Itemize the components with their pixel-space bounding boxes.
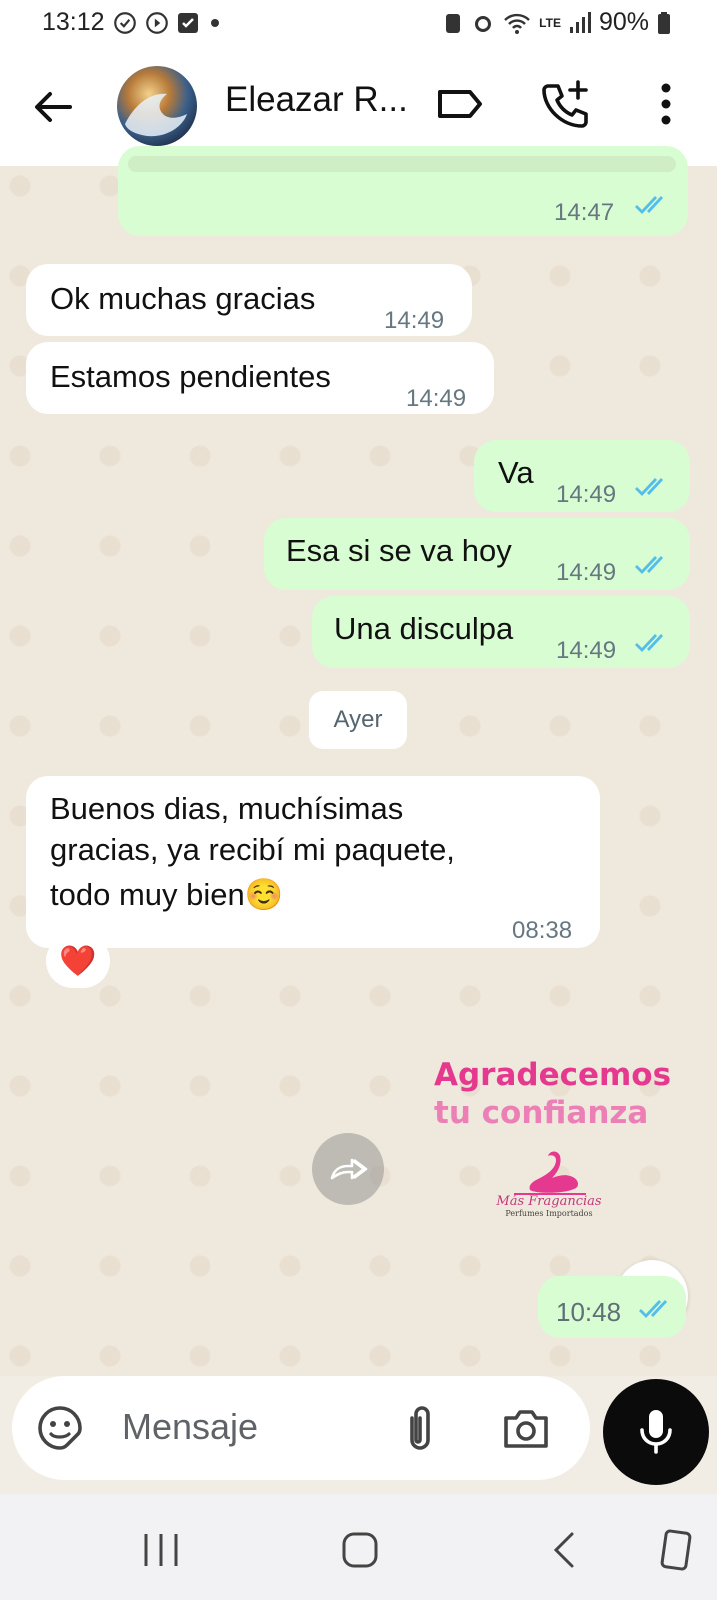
chat-area[interactable]: 14:47 Ok muchas gracias 14:49 Estamos pe…	[0, 146, 717, 1376]
image-text-line1: Agradecemos	[434, 1057, 672, 1093]
message-bubble-incoming[interactable]: Ok muchas gracias 14:49	[26, 264, 472, 336]
message-time: 08:38	[512, 917, 573, 944]
add-call-icon[interactable]	[540, 78, 592, 130]
recent-apps-icon[interactable]	[142, 1532, 180, 1568]
message-input-bar[interactable]: Mensaje	[12, 1376, 590, 1480]
message-bubble-outgoing[interactable]: Esa si se va hoy 14:49	[264, 518, 690, 590]
message-bubble-outgoing[interactable]: Va 14:49	[474, 440, 690, 512]
message-time: 14:49	[556, 559, 617, 586]
message-bubble-outgoing[interactable]: Una disculpa 14:49	[312, 596, 690, 668]
camera-icon[interactable]	[502, 1406, 550, 1450]
more-options-icon[interactable]	[640, 78, 692, 130]
avatar-wave-image	[125, 93, 187, 137]
voice-message-button[interactable]	[603, 1379, 709, 1485]
battery-saver-icon	[446, 13, 461, 33]
message-time: 14:49	[556, 481, 617, 508]
brand-subtitle: Perfumes Importados	[505, 1209, 593, 1218]
message-time: 14:49	[406, 385, 467, 412]
status-notification-icons	[112, 10, 224, 36]
image-message[interactable]: Agradecemos tu confianza	[434, 1056, 671, 1132]
read-ticks-icon	[639, 1300, 668, 1319]
message-text: Esa si se va hoy	[286, 533, 512, 568]
heart-reaction-icon: ❤️	[59, 944, 97, 978]
brand-title: Más Fragancias	[496, 1194, 602, 1209]
read-ticks-icon	[635, 634, 664, 653]
message-text: Va	[498, 455, 534, 490]
contact-name[interactable]: Eleazar R...	[225, 80, 408, 120]
check-box-icon	[178, 13, 198, 33]
microphone-icon	[640, 1410, 672, 1454]
attach-icon[interactable]	[402, 1402, 438, 1454]
sync-icon	[114, 12, 136, 34]
date-separator: Ayer	[309, 691, 407, 749]
brand-name: Más Fragancias Perfumes Importados	[494, 1194, 604, 1218]
swan-logo-icon	[514, 1151, 586, 1195]
message-bubble-outgoing[interactable]: 14:47	[118, 146, 688, 236]
read-ticks-icon	[635, 196, 664, 215]
timer-icon	[146, 12, 168, 34]
status-bar: 13:12 LTE 90%	[0, 0, 717, 48]
message-text: Ok muchas gracias	[50, 281, 316, 316]
message-time: 14:47	[554, 199, 615, 226]
message-time: 14:49	[384, 307, 445, 334]
message-time: 14:49	[556, 637, 617, 664]
reaction-badge[interactable]: ❤️	[46, 934, 110, 988]
status-time: 13:12	[42, 8, 105, 36]
message-text: Buenos dias, muchísimas gracias, ya reci…	[50, 788, 455, 915]
message-bubble-incoming[interactable]: Estamos pendientes 14:49	[26, 342, 494, 414]
message-text: Una disculpa	[334, 611, 514, 646]
message-input[interactable]: Mensaje	[122, 1406, 258, 1448]
back-arrow-icon[interactable]	[28, 82, 78, 132]
label-icon[interactable]	[434, 78, 486, 130]
sticker-icon[interactable]	[36, 1404, 84, 1452]
message-time: 10:48	[556, 1297, 622, 1327]
read-ticks-icon	[635, 478, 664, 497]
message-bubble-incoming[interactable]: Buenos dias, muchísimas gracias, ya reci…	[26, 776, 600, 948]
network-type: LTE	[539, 15, 561, 30]
battery-percent: 90%	[598, 8, 649, 36]
dot-icon	[211, 19, 219, 27]
message-text-line: Buenos dias, muchísimas	[50, 791, 404, 826]
image-text-line2: tu confianza	[434, 1095, 649, 1131]
avatar[interactable]	[117, 66, 197, 146]
message-bubble-outgoing[interactable]: 10:48	[538, 1276, 686, 1338]
home-icon[interactable]	[340, 1530, 380, 1570]
wifi-icon	[504, 13, 531, 34]
media-preview	[128, 156, 676, 172]
message-text-line: gracias, ya recibí mi paquete,	[50, 832, 455, 867]
system-nav-bar	[0, 1494, 717, 1600]
read-ticks-icon	[635, 556, 664, 575]
back-nav-icon[interactable]	[550, 1530, 578, 1570]
message-text: Estamos pendientes	[50, 359, 331, 394]
forward-button[interactable]	[312, 1133, 384, 1205]
alarm-icon	[475, 15, 492, 32]
forward-icon	[330, 1158, 368, 1180]
status-right-icons: LTE 90%	[443, 8, 671, 37]
rotate-screen-icon[interactable]	[660, 1528, 694, 1572]
signal-icon	[569, 11, 591, 33]
message-text-line: todo muy bien☺️	[50, 877, 284, 912]
battery-icon	[658, 11, 670, 34]
